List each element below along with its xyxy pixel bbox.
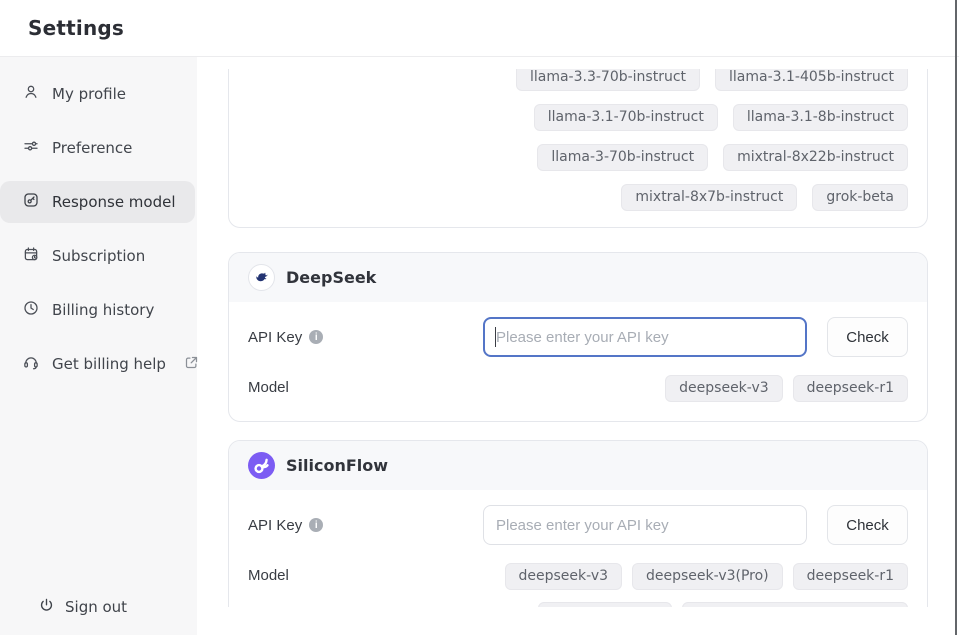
sidebar-item-label: Get billing help: [52, 355, 166, 373]
model-chip: deepseek-v3: [665, 375, 783, 402]
api-key-input[interactable]: [483, 505, 807, 545]
model-chip: mixtral-8x22b-instruct: [723, 144, 908, 171]
model-chip: deepseek-v3: [505, 563, 623, 590]
model-chip: llama-3.1-70b-instruct: [534, 104, 718, 131]
provider-card-deepseek: DeepSeek API Key i Check Model deepseek-…: [228, 252, 928, 422]
api-key-input-wrap: [483, 317, 807, 357]
model-chips-partial: [229, 602, 927, 607]
sidebar-item-preference[interactable]: Preference: [0, 127, 195, 169]
model-chip: mixtral-8x7b-instruct: [621, 184, 797, 211]
api-key-row: API Key i Check: [229, 505, 927, 545]
response-model-panel: llama-3.3-70b-instruct llama-3.1-405b-ins…: [197, 57, 959, 635]
sidebar-item-label: Preference: [52, 139, 132, 157]
model-row: Model deepseek-v3 deepseek-r1: [229, 375, 927, 402]
scroll-viewport: llama-3.3-70b-instruct llama-3.1-405b-ins…: [197, 69, 959, 607]
api-key-input[interactable]: [483, 317, 807, 357]
model-chip: llama-3.1-8b-instruct: [733, 104, 908, 131]
model-chips: deepseek-v3 deepseek-v3(Pro) deepseek-r1: [505, 563, 908, 590]
provider-name: DeepSeek: [286, 268, 376, 287]
headset-icon: [22, 353, 40, 375]
sidebar-item-billing-history[interactable]: Billing history: [0, 289, 195, 331]
provider-header: SiliconFlow: [229, 441, 927, 490]
provider-name: SiliconFlow: [286, 456, 388, 475]
text-caret: [495, 327, 496, 347]
info-icon[interactable]: i: [309, 330, 323, 344]
clock-icon: [22, 299, 40, 321]
model-chips: deepseek-v3 deepseek-r1: [665, 375, 908, 402]
sidebar-item-my-profile[interactable]: My profile: [0, 73, 195, 115]
sidebar-item-label: Subscription: [52, 247, 145, 265]
sidebar-item-label: My profile: [52, 85, 126, 103]
model-label: Model: [248, 379, 289, 396]
model-chip: deepseek-r1: [793, 563, 908, 590]
sidebar-item-get-billing-help[interactable]: Get billing help: [0, 343, 195, 385]
provider-card-models-list: llama-3.3-70b-instruct llama-3.1-405b-ins…: [228, 69, 928, 228]
settings-header: Settings: [0, 0, 959, 57]
check-button[interactable]: Check: [827, 505, 908, 545]
provider-card-siliconflow: SiliconFlow API Key i Check Model deepse…: [228, 440, 928, 607]
api-key-row: API Key i Check: [229, 317, 927, 357]
api-key-label: API Key i: [248, 517, 323, 534]
model-chip-row: llama-3.3-70b-instruct llama-3.1-405b-ins…: [248, 69, 908, 91]
key-icon: [22, 191, 40, 213]
page-title: Settings: [28, 16, 124, 40]
user-icon: [22, 83, 40, 105]
sign-out-label: Sign out: [65, 598, 127, 616]
model-chip: deepseek-v3(Pro): [632, 563, 783, 590]
model-chip-row: mixtral-8x7b-instruct grok-beta: [248, 184, 908, 211]
sidebar-item-label: Billing history: [52, 301, 154, 319]
sliders-icon: [22, 137, 40, 159]
model-chip: [682, 602, 908, 607]
provider-header: DeepSeek: [229, 253, 927, 302]
model-chip: [538, 602, 672, 607]
info-icon[interactable]: i: [309, 518, 323, 532]
model-chip: deepseek-r1: [793, 375, 908, 402]
power-icon: [38, 597, 55, 618]
model-chip: llama-3.1-405b-instruct: [715, 69, 908, 91]
api-key-label: API Key i: [248, 329, 323, 346]
model-row: Model deepseek-v3deepseek-v3(Pro)deepsee…: [229, 563, 927, 590]
api-key-input-wrap: [483, 505, 807, 545]
model-chip-rows: llama-3.3-70b-instruct llama-3.1-405b-ins…: [248, 69, 908, 211]
model-label: Model: [248, 567, 289, 584]
sidebar-item-response-model[interactable]: Response model: [0, 181, 195, 223]
sidebar-item-subscription[interactable]: Subscription: [0, 235, 195, 277]
deepseek-logo-icon: [248, 264, 275, 291]
calendar-icon: [22, 245, 40, 267]
window-scrollbar[interactable]: [955, 0, 957, 635]
model-chip: llama-3-70b-instruct: [537, 144, 708, 171]
sign-out-button[interactable]: Sign out: [0, 586, 195, 628]
settings-sidebar: My profile Preference Response model: [0, 57, 197, 635]
model-chip-row: llama-3-70b-instruct mixtral-8x22b-instru…: [248, 144, 908, 171]
siliconflow-logo-icon: [248, 452, 275, 479]
sidebar-item-label: Response model: [52, 193, 176, 211]
model-chip: grok-beta: [812, 184, 908, 211]
model-chip: llama-3.3-70b-instruct: [516, 69, 700, 91]
model-chip-row: llama-3.1-70b-instruct llama-3.1-8b-instr…: [248, 104, 908, 131]
check-button[interactable]: Check: [827, 317, 908, 357]
external-link-icon: [184, 355, 199, 374]
